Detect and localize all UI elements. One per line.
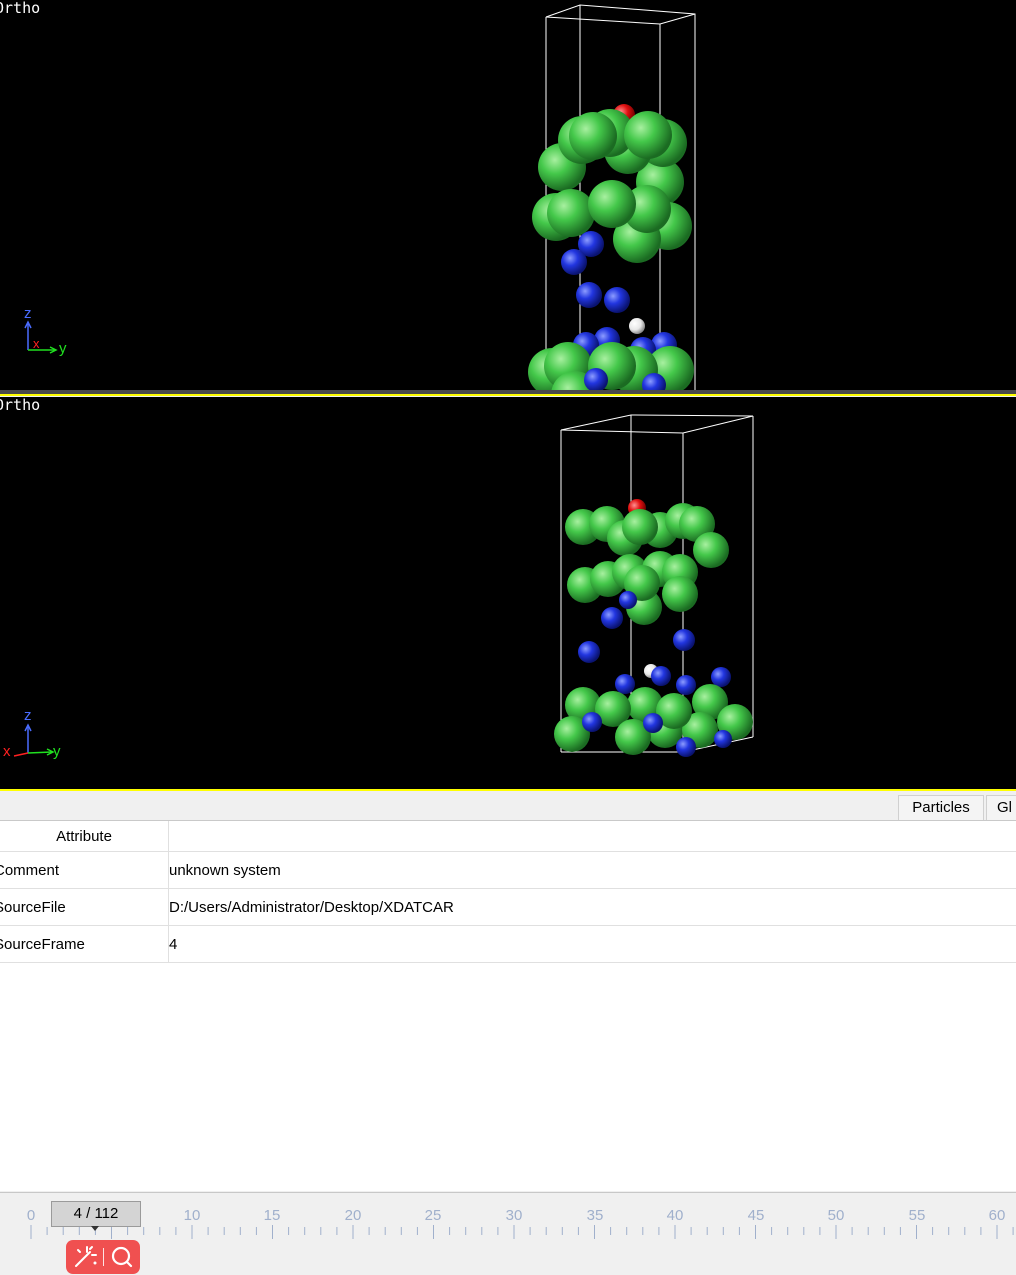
- timeline-position-marker[interactable]: [91, 1226, 99, 1231]
- axis-z-label: z: [24, 707, 32, 724]
- attributes-table: Attribute Comment unknown system SourceF…: [0, 821, 1016, 963]
- current-frame-indicator[interactable]: 4 / 112: [51, 1201, 141, 1227]
- axis-x-label: x: [33, 336, 40, 351]
- timeline-tick-label: 10: [184, 1207, 201, 1224]
- attribute-value: unknown system: [169, 852, 1016, 889]
- timeline-tick-label: 50: [828, 1207, 845, 1224]
- timeline-tick-label: 30: [506, 1207, 523, 1224]
- tab-particles[interactable]: Particles: [898, 795, 984, 820]
- attribute-name: SourceFile: [0, 889, 169, 926]
- timeline-tick-label: 0: [27, 1207, 35, 1224]
- axis-y-label: y: [59, 340, 67, 357]
- timeline-tick-label: 60: [989, 1207, 1006, 1224]
- viewport-top[interactable]: Ortho: [0, 0, 1016, 390]
- attribute-value: D:/Users/Administrator/Desktop/XDATCAR: [169, 889, 1016, 926]
- attribute-value: 4: [169, 926, 1016, 963]
- tab-global-attributes[interactable]: Gl: [986, 795, 1016, 820]
- axis-z-label: z: [24, 305, 32, 322]
- table-row[interactable]: Comment unknown system: [0, 852, 1016, 889]
- timeline-tick-label: 40: [667, 1207, 684, 1224]
- toolbar-separator: [103, 1248, 104, 1266]
- axis-x-label: x: [3, 743, 11, 760]
- atoms-top: [528, 104, 694, 390]
- timeline-tick-label: 25: [425, 1207, 442, 1224]
- active-viewport-border-top: [0, 394, 1016, 396]
- column-header-attribute[interactable]: Attribute: [0, 821, 169, 852]
- timeline-tick-label: 35: [587, 1207, 604, 1224]
- timeline-tick-label: 20: [345, 1207, 362, 1224]
- magic-wand-icon: [76, 1247, 97, 1266]
- timeline-ticks: [0, 1223, 1016, 1253]
- structure-render-top: [0, 0, 1016, 390]
- atoms-bottom: [554, 499, 753, 757]
- attribute-name: SourceFrame: [0, 926, 169, 963]
- axis-tripod-top: [25, 322, 56, 353]
- table-row[interactable]: SourceFrame 4: [0, 926, 1016, 963]
- animation-timeline[interactable]: 0 10 15 20 25 30 35 40 45 50 55 60: [0, 1192, 1016, 1275]
- search-icon: [113, 1248, 131, 1266]
- table-row[interactable]: SourceFile D:/Users/Administrator/Deskto…: [0, 889, 1016, 926]
- axis-tripod-bottom: [14, 725, 53, 756]
- column-header-value[interactable]: [169, 821, 1016, 852]
- structure-render-bottom: [0, 397, 1016, 789]
- attributes-table-panel: Attribute Comment unknown system SourceF…: [0, 821, 1016, 1191]
- data-inspector-tabbar: Particles Gl: [0, 791, 1016, 821]
- table-header-row: Attribute: [0, 821, 1016, 852]
- timeline-tick-label: 45: [748, 1207, 765, 1224]
- viewport-bottom[interactable]: Ortho: [0, 397, 1016, 789]
- floating-toolbar: [66, 1240, 140, 1274]
- axis-y-label: y: [53, 743, 61, 760]
- timeline-tick-label: 15: [264, 1207, 281, 1224]
- timeline-tick-label: 55: [909, 1207, 926, 1224]
- attribute-name: Comment: [0, 852, 169, 889]
